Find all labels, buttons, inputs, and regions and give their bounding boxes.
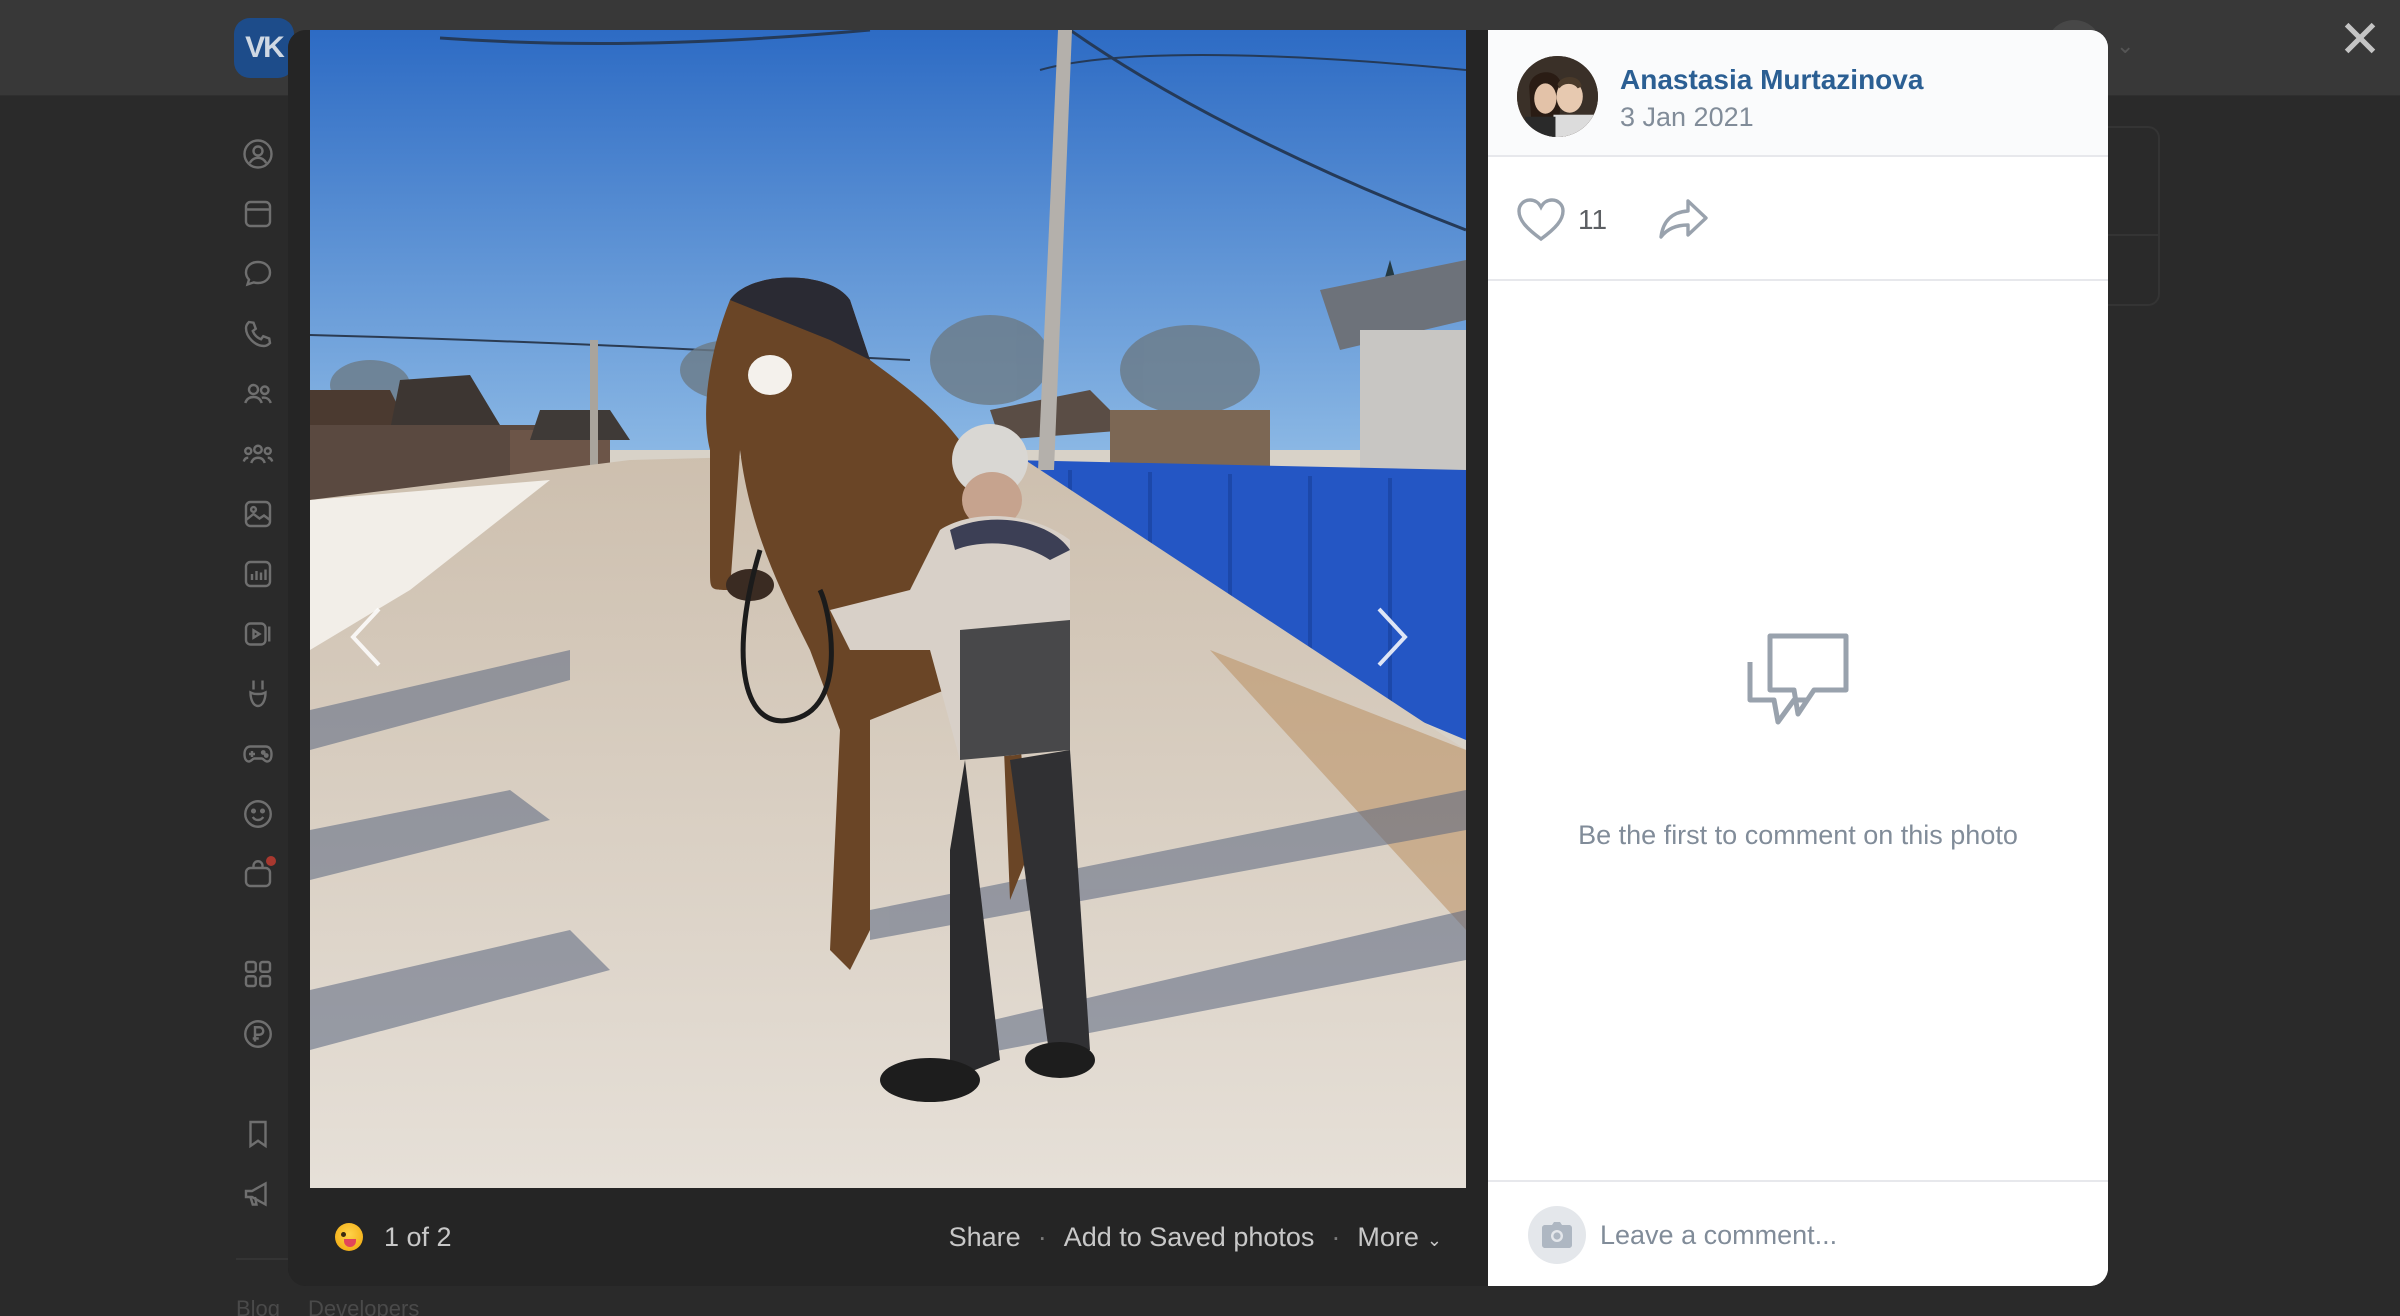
camera-icon[interactable]: [1528, 1206, 1586, 1264]
ads-icon[interactable]: [236, 1172, 280, 1216]
services-icon[interactable]: [236, 952, 280, 996]
friends-icon[interactable]: [236, 372, 280, 416]
heart-icon: [1517, 198, 1565, 242]
photo-image[interactable]: [310, 30, 1466, 1188]
footer-blog-link[interactable]: Blog: [236, 1296, 280, 1316]
photo-viewer: 1 of 2 Share · Add to Saved photos · Mor…: [288, 30, 2108, 1286]
like-button[interactable]: 11: [1516, 195, 1607, 245]
comments-empty-state: [1488, 630, 2108, 730]
emoji-icon: [335, 1223, 363, 1251]
comments-bubble-icon: [1747, 633, 1849, 725]
games-icon[interactable]: [236, 732, 280, 776]
left-nav: [236, 130, 284, 1230]
separator: ·: [1037, 1221, 1047, 1252]
messages-icon[interactable]: [236, 252, 280, 296]
like-count: 11: [1578, 204, 1608, 235]
photo-counter: 1 of 2: [384, 1221, 452, 1252]
author-avatar[interactable]: [1517, 56, 1598, 137]
author-header: Anastasia Murtazinova 3 Jan 2021: [1488, 30, 2108, 157]
photo-info-panel: Anastasia Murtazinova 3 Jan 2021 11 Be t…: [1488, 30, 2108, 1286]
footer-links: Blog Developers: [236, 1296, 447, 1316]
chevron-down-icon: ⌄: [1426, 1229, 1442, 1251]
chevron-down-icon[interactable]: ⌄: [2116, 34, 2142, 60]
close-icon[interactable]: ✕: [2336, 14, 2384, 66]
post-date[interactable]: 3 Jan 2021: [1620, 102, 1754, 133]
photos-icon[interactable]: [236, 492, 280, 536]
profile-icon[interactable]: [236, 132, 280, 176]
photo-pane: 1 of 2 Share · Add to Saved photos · Mor…: [288, 30, 1488, 1286]
author-name[interactable]: Anastasia Murtazinova: [1620, 64, 1923, 96]
clips-icon[interactable]: [236, 672, 280, 716]
empty-comments-text: Be the first to comment on this photo: [1578, 820, 2018, 850]
notification-dot: [266, 856, 276, 866]
chevron-left-icon[interactable]: [336, 592, 396, 682]
share-link[interactable]: Share: [949, 1222, 1021, 1253]
video-icon[interactable]: [236, 612, 280, 656]
news-icon[interactable]: [236, 192, 280, 236]
photo-actions: Share · Add to Saved photos · More ⌄: [949, 1222, 1442, 1253]
market-icon[interactable]: [236, 852, 280, 896]
comment-bar: [1488, 1180, 2108, 1286]
vk-logo[interactable]: VK: [234, 18, 294, 78]
comment-input[interactable]: [1600, 1208, 2080, 1262]
communities-icon[interactable]: [236, 432, 280, 476]
reaction-bar: 11: [1488, 157, 2108, 281]
footer-developers-link[interactable]: Developers: [308, 1296, 419, 1316]
music-icon[interactable]: [236, 552, 280, 596]
chevron-right-icon[interactable]: [1362, 592, 1422, 682]
calls-icon[interactable]: [236, 312, 280, 356]
vkpay-icon[interactable]: [236, 1012, 280, 1056]
add-to-saved-link[interactable]: Add to Saved photos: [1064, 1222, 1315, 1253]
background-card-divider: [2100, 234, 2160, 236]
more-menu[interactable]: More ⌄: [1357, 1222, 1442, 1253]
bookmarks-icon[interactable]: [236, 1112, 280, 1156]
photo-bottom-bar: 1 of 2 Share · Add to Saved photos · Mor…: [310, 1188, 1466, 1286]
background-card: [2100, 126, 2160, 306]
stickers-icon[interactable]: [236, 792, 280, 836]
footer-divider: [236, 1258, 296, 1260]
separator: ·: [1331, 1221, 1341, 1252]
more-label: More: [1357, 1221, 1419, 1252]
share-arrow-icon[interactable]: [1658, 197, 1710, 241]
